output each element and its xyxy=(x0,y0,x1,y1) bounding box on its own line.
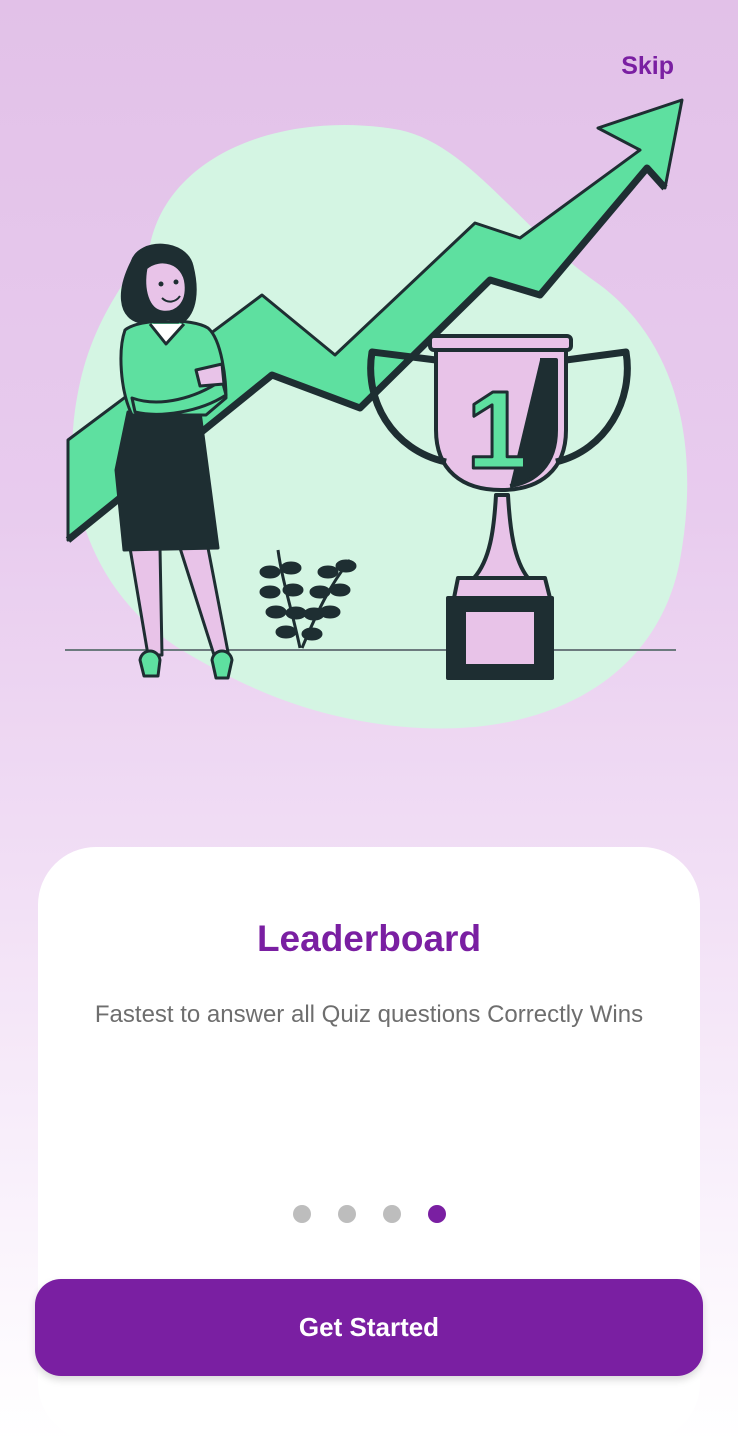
skip-button[interactable]: Skip xyxy=(621,52,674,81)
page-indicator xyxy=(0,1205,738,1223)
svg-text:1: 1 xyxy=(466,369,527,492)
page-dot-2[interactable] xyxy=(337,1205,356,1223)
card-title: Leaderboard xyxy=(256,918,482,959)
page-dot-3[interactable] xyxy=(382,1205,401,1223)
card-description: Fastest to answer all Quiz questions Cor… xyxy=(94,1001,644,1028)
leaderboard-illustration: 1 xyxy=(65,98,688,729)
page-dot-4-active[interactable] xyxy=(427,1205,446,1223)
get-started-button[interactable]: Get Started xyxy=(35,1279,703,1376)
page-dot-1[interactable] xyxy=(292,1205,311,1223)
